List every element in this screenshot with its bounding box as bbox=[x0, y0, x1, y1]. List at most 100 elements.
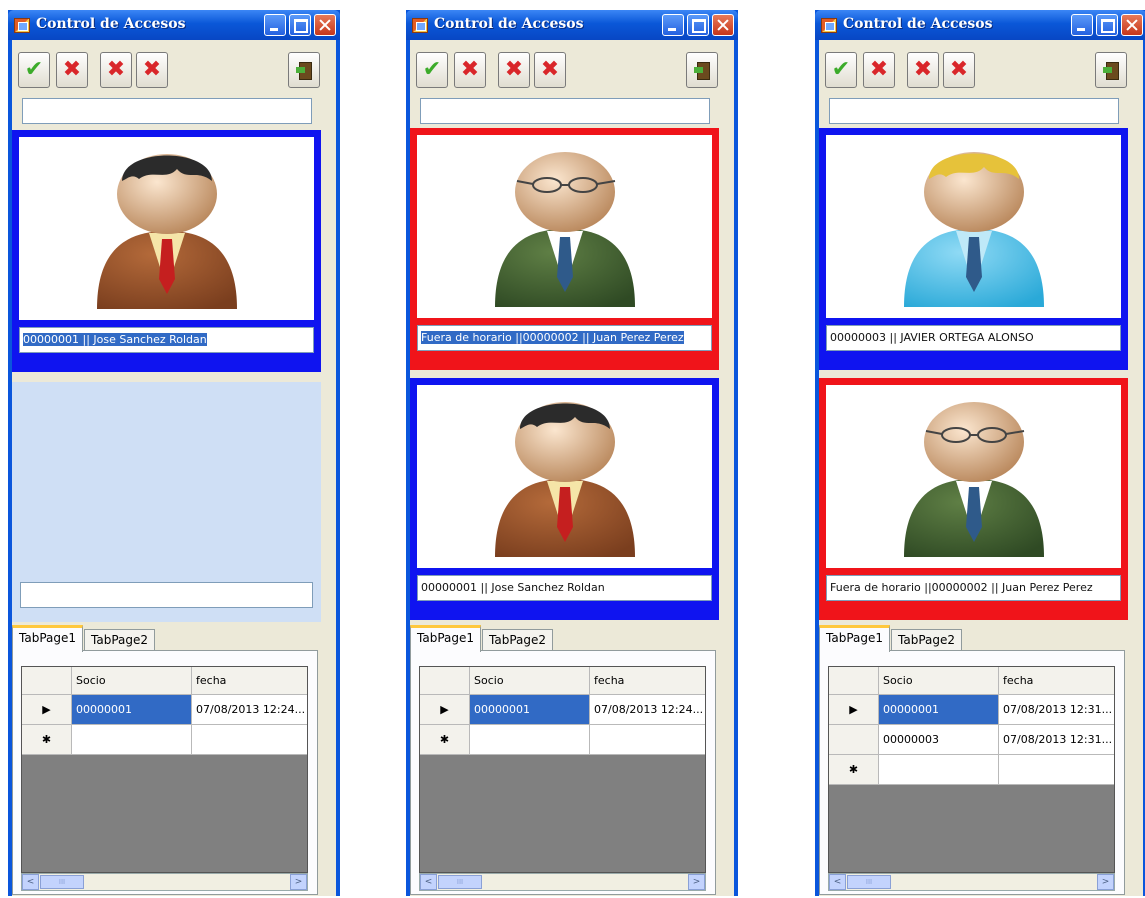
title-bar: Control de Accesos bbox=[406, 10, 738, 40]
scroll-thumb[interactable]: III bbox=[438, 875, 482, 889]
column-header-socio[interactable]: Socio bbox=[72, 667, 192, 695]
table-row[interactable]: ✱ bbox=[22, 725, 307, 755]
column-header-fecha[interactable]: fecha bbox=[999, 667, 1114, 695]
cell-fecha[interactable]: 07/08/2013 12:31... bbox=[999, 695, 1114, 725]
code-input[interactable] bbox=[420, 98, 710, 124]
close-button[interactable] bbox=[314, 14, 336, 36]
cell-socio[interactable] bbox=[72, 725, 192, 755]
member-caption[interactable]: 00000003 || JAVIER ORTEGA ALONSO bbox=[826, 325, 1121, 351]
member-caption[interactable]: Fuera de horario ||00000002 || Juan Pere… bbox=[826, 575, 1121, 601]
tab-tabpage2[interactable]: TabPage2 bbox=[891, 629, 962, 651]
tab-tabpage1[interactable]: TabPage1 bbox=[410, 625, 481, 652]
reject-button[interactable]: ✖ bbox=[534, 52, 566, 88]
horizontal-scrollbar[interactable]: < III > bbox=[828, 873, 1115, 891]
tab-tabpage2[interactable]: TabPage2 bbox=[84, 629, 155, 651]
tab-tabpage2[interactable]: TabPage2 bbox=[482, 629, 553, 651]
exit-button[interactable] bbox=[686, 52, 718, 88]
close-button[interactable] bbox=[1121, 14, 1143, 36]
cell-fecha[interactable] bbox=[999, 755, 1114, 785]
member-card: 00000001 || Jose Sanchez Roldan bbox=[12, 130, 321, 372]
reject-button[interactable]: ✖ bbox=[136, 52, 168, 88]
member-card: Fuera de horario ||00000002 || Juan Pere… bbox=[819, 378, 1128, 620]
member-photo bbox=[417, 385, 712, 568]
window-client-area: ✔ ✖ ✖ ✖ 00000003 || JAVIER ORTEGA ALONSO Fu… bbox=[819, 40, 1143, 896]
scroll-left-button[interactable]: < bbox=[420, 874, 437, 890]
member-caption[interactable]: 00000001 || Jose Sanchez Roldan bbox=[417, 575, 712, 601]
table-row[interactable]: ▶ 00000001 07/08/2013 12:24... bbox=[420, 695, 705, 725]
accept-button[interactable]: ✔ bbox=[416, 52, 448, 88]
row-header-corner bbox=[829, 667, 879, 695]
scroll-thumb[interactable]: III bbox=[847, 875, 891, 889]
exit-button[interactable] bbox=[288, 52, 320, 88]
caption-text: 00000001 || Jose Sanchez Roldan bbox=[421, 581, 605, 594]
column-header-socio[interactable]: Socio bbox=[879, 667, 999, 695]
window-title: Control de Accesos bbox=[843, 16, 993, 32]
cell-socio[interactable] bbox=[470, 725, 590, 755]
empty-caption[interactable] bbox=[20, 582, 313, 608]
cell-socio[interactable]: 00000001 bbox=[879, 695, 999, 725]
table-row[interactable]: ✱ bbox=[420, 725, 705, 755]
horizontal-scrollbar[interactable]: < III > bbox=[419, 873, 706, 891]
reject-button[interactable]: ✖ bbox=[498, 52, 530, 88]
cell-socio[interactable]: 00000001 bbox=[72, 695, 192, 725]
member-photo bbox=[19, 137, 314, 320]
maximize-button[interactable] bbox=[687, 14, 709, 36]
column-header-fecha[interactable]: fecha bbox=[192, 667, 307, 695]
table-row[interactable]: ▶ 00000001 07/08/2013 12:24... bbox=[22, 695, 307, 725]
reject-button[interactable]: ✖ bbox=[100, 52, 132, 88]
data-grid: Socio fecha ▶ 00000001 07/08/2013 12:24... ✱ bbox=[21, 666, 308, 873]
minimize-button[interactable] bbox=[662, 14, 684, 36]
minimize-button[interactable] bbox=[264, 14, 286, 36]
tab-panel: Socio fecha ▶ 00000001 07/08/2013 12:24... ✱ <… bbox=[12, 650, 318, 895]
maximize-button[interactable] bbox=[1096, 14, 1118, 36]
accept-button[interactable]: ✔ bbox=[825, 52, 857, 88]
cell-fecha[interactable]: 07/08/2013 12:24... bbox=[590, 695, 705, 725]
window-client-area: ✔ ✖ ✖ ✖ 00000001 || Jose Sanchez Roldan TabP… bbox=[12, 40, 336, 896]
reject-button[interactable]: ✖ bbox=[454, 52, 486, 88]
exit-button[interactable] bbox=[1095, 52, 1127, 88]
row-marker: ▶ bbox=[22, 695, 72, 725]
cell-socio[interactable]: 00000001 bbox=[470, 695, 590, 725]
minimize-button[interactable] bbox=[1071, 14, 1093, 36]
member-caption[interactable]: Fuera de horario ||00000002 || Juan Pere… bbox=[417, 325, 712, 351]
scroll-thumb[interactable]: III bbox=[40, 875, 84, 889]
maximize-button[interactable] bbox=[289, 14, 311, 36]
scroll-right-button[interactable]: > bbox=[688, 874, 705, 890]
toolbar: ✔ ✖ ✖ ✖ bbox=[16, 52, 332, 92]
member-photo bbox=[826, 135, 1121, 318]
reject-button[interactable]: ✖ bbox=[56, 52, 88, 88]
code-input[interactable] bbox=[829, 98, 1119, 124]
column-header-fecha[interactable]: fecha bbox=[590, 667, 705, 695]
column-header-socio[interactable]: Socio bbox=[470, 667, 590, 695]
cell-fecha[interactable]: 07/08/2013 12:24... bbox=[192, 695, 307, 725]
close-button[interactable] bbox=[712, 14, 734, 36]
row-header-corner bbox=[22, 667, 72, 695]
accept-button[interactable]: ✔ bbox=[18, 52, 50, 88]
reject-button[interactable]: ✖ bbox=[943, 52, 975, 88]
code-input[interactable] bbox=[22, 98, 312, 124]
horizontal-scrollbar[interactable]: < III > bbox=[21, 873, 308, 891]
tab-strip: TabPage1 TabPage2 bbox=[410, 625, 716, 652]
cell-fecha[interactable] bbox=[590, 725, 705, 755]
reject-button[interactable]: ✖ bbox=[907, 52, 939, 88]
row-marker: ✱ bbox=[420, 725, 470, 755]
row-header-corner bbox=[420, 667, 470, 695]
table-row[interactable]: 00000003 07/08/2013 12:31... bbox=[829, 725, 1114, 755]
cell-socio[interactable] bbox=[879, 755, 999, 785]
data-grid: Socio fecha ▶ 00000001 07/08/2013 12:24... ✱ bbox=[419, 666, 706, 873]
scroll-right-button[interactable]: > bbox=[290, 874, 307, 890]
cell-fecha[interactable] bbox=[192, 725, 307, 755]
cell-fecha[interactable]: 07/08/2013 12:31... bbox=[999, 725, 1114, 755]
member-card: 00000001 || Jose Sanchez Roldan bbox=[410, 378, 719, 620]
member-caption[interactable]: 00000001 || Jose Sanchez Roldan bbox=[19, 327, 314, 353]
scroll-right-button[interactable]: > bbox=[1097, 874, 1114, 890]
reject-button[interactable]: ✖ bbox=[863, 52, 895, 88]
tab-tabpage1[interactable]: TabPage1 bbox=[819, 625, 890, 652]
scroll-left-button[interactable]: < bbox=[829, 874, 846, 890]
table-row[interactable]: ✱ bbox=[829, 755, 1114, 785]
table-row[interactable]: ▶ 00000001 07/08/2013 12:31... bbox=[829, 695, 1114, 725]
caption-text: Fuera de horario ||00000002 || Juan Pere… bbox=[421, 331, 684, 344]
tab-tabpage1[interactable]: TabPage1 bbox=[12, 625, 83, 652]
cell-socio[interactable]: 00000003 bbox=[879, 725, 999, 755]
scroll-left-button[interactable]: < bbox=[22, 874, 39, 890]
